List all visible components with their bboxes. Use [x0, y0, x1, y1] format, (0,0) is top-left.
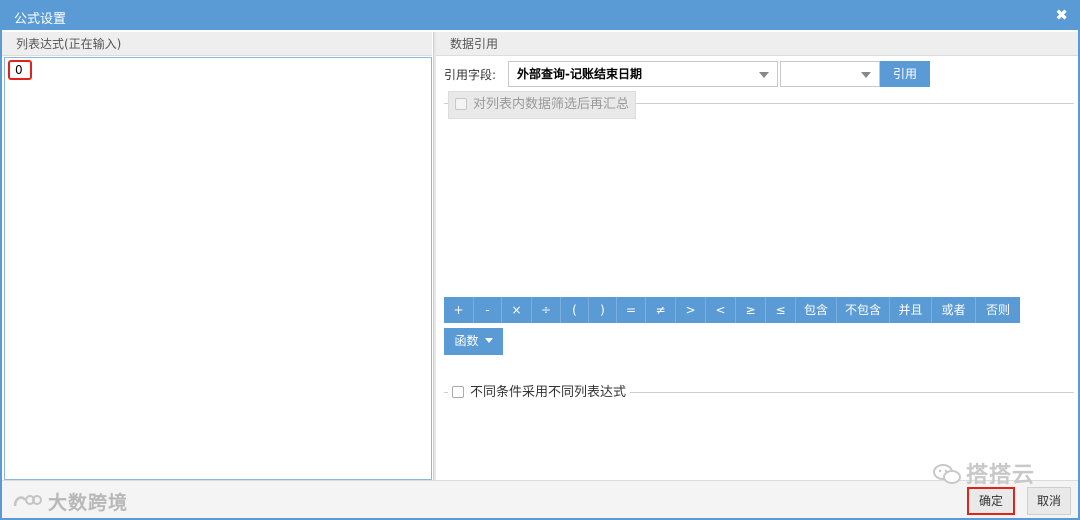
- confirm-button[interactable]: 确定: [967, 487, 1015, 515]
- operator-button[interactable]: ≥: [736, 297, 766, 323]
- operator-button[interactable]: 或者: [932, 297, 976, 323]
- operator-button[interactable]: 并且: [890, 297, 932, 323]
- reference-field-select[interactable]: 外部查询-记账结束日期: [508, 61, 778, 87]
- operator-button[interactable]: ): [589, 297, 617, 323]
- reference-button[interactable]: 引用: [880, 61, 930, 87]
- formula-settings-dialog: 公式设置 ✖ 列表达式(正在输入) 数据引用 0 引用字段: 外部查询-记账结束…: [0, 0, 1080, 520]
- watermark-right: 搭搭云: [932, 457, 1035, 489]
- expression-value[interactable]: 0: [8, 60, 32, 80]
- operator-button[interactable]: 包含: [796, 297, 837, 323]
- close-icon[interactable]: ✖: [1055, 6, 1068, 24]
- operator-button[interactable]: >: [676, 297, 706, 323]
- reference-field-label: 引用字段:: [444, 68, 497, 82]
- operator-button[interactable]: +: [444, 297, 474, 323]
- watermark-left: 大数跨境: [12, 488, 128, 515]
- operator-button[interactable]: ≠: [646, 297, 676, 323]
- dialog-titlebar: 公式设置 ✖: [2, 2, 1078, 30]
- data-reference-panel-header: 数据引用: [436, 32, 1078, 56]
- operator-button[interactable]: (: [561, 297, 589, 323]
- operator-button[interactable]: -: [474, 297, 502, 323]
- watermark-left-text: 大数跨境: [48, 492, 129, 514]
- brand-logo-icon: [13, 495, 42, 507]
- caret-down-icon: [484, 338, 493, 343]
- expression-editor[interactable]: 0: [4, 57, 432, 480]
- watermark-right-text: 搭搭云: [966, 463, 1036, 488]
- dialog-footer: 确定 取消: [2, 480, 1078, 518]
- chevron-down-icon: [861, 72, 871, 78]
- cancel-button[interactable]: 取消: [1027, 487, 1071, 515]
- expression-panel-header: 列表达式(正在输入): [2, 32, 432, 56]
- condition-checkbox[interactable]: [452, 386, 464, 398]
- function-button-label: 函数: [454, 334, 479, 348]
- filter-after-summary-option: 对列表内数据筛选后再汇总: [448, 91, 637, 119]
- reference-field-value: 外部查询-记账结束日期: [517, 67, 642, 81]
- operator-button[interactable]: ≤: [766, 297, 796, 323]
- condition-expression-option: 不同条件采用不同列表达式: [448, 382, 631, 404]
- operator-toolbar: + - × ÷ ( ) = ≠ > < ≥ ≤ 包含 不包含 并且 或者 否则: [444, 297, 1020, 323]
- operator-button[interactable]: ÷: [532, 297, 561, 323]
- operator-button[interactable]: ×: [502, 297, 532, 323]
- data-reference-panel: 引用字段: 外部查询-记账结束日期 引用 对列表内数据筛选后再汇总 + - × …: [436, 57, 1078, 480]
- chevron-down-icon: [759, 72, 769, 78]
- reference-subfield-select[interactable]: [780, 61, 880, 87]
- wechat-icon: [933, 464, 961, 484]
- filter-checkbox[interactable]: [455, 98, 467, 110]
- operator-button[interactable]: 不包含: [837, 297, 890, 323]
- dialog-title: 公式设置: [14, 12, 67, 27]
- operator-button[interactable]: 否则: [976, 297, 1020, 323]
- operator-button[interactable]: =: [617, 297, 646, 323]
- condition-checkbox-label: 不同条件采用不同列表达式: [470, 385, 627, 400]
- operator-button[interactable]: <: [706, 297, 736, 323]
- filter-checkbox-label: 对列表内数据筛选后再汇总: [473, 97, 630, 112]
- function-dropdown-button[interactable]: 函数: [444, 328, 503, 355]
